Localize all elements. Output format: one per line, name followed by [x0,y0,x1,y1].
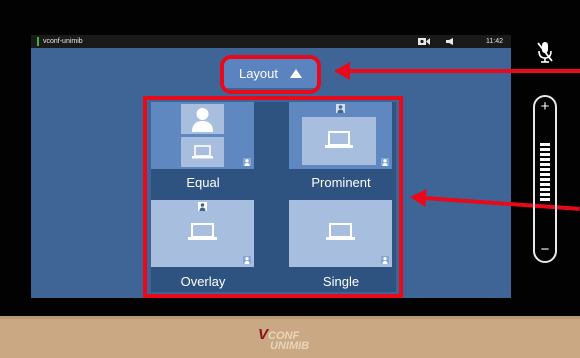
mic-muted-icon[interactable] [535,40,555,66]
vconf-logo: VCONF UNIMIB [258,326,310,352]
arrow-head-icon [409,188,427,208]
volume-level [540,143,550,203]
volume-bar [540,158,550,161]
volume-bar [540,148,550,151]
volume-slider[interactable]: + − [533,95,557,263]
volume-bar [540,143,550,146]
volume-down-button[interactable]: − [535,242,555,257]
speaker-icon [446,38,453,45]
volume-bar [540,178,550,181]
status-bar: vconf-unimib 11:42 [31,35,511,48]
volume-bar [540,163,550,166]
arrow-head-icon [334,62,350,80]
volume-bar [540,173,550,176]
annotation-arrow-top [334,62,580,80]
volume-bar [540,193,550,196]
volume-bar [540,198,550,201]
volume-bar [540,153,550,156]
annotation-highlight-layout-grid [143,96,403,298]
volume-bar [540,188,550,191]
status-time: 11:42 [486,38,503,45]
volume-bar [540,168,550,171]
status-accent [37,37,39,46]
camera-icon [418,38,430,45]
volume-up-button[interactable]: + [535,99,555,114]
volume-bar [540,183,550,186]
annotation-highlight-layout-button [220,55,321,94]
status-title: vconf-unimib [43,38,83,45]
